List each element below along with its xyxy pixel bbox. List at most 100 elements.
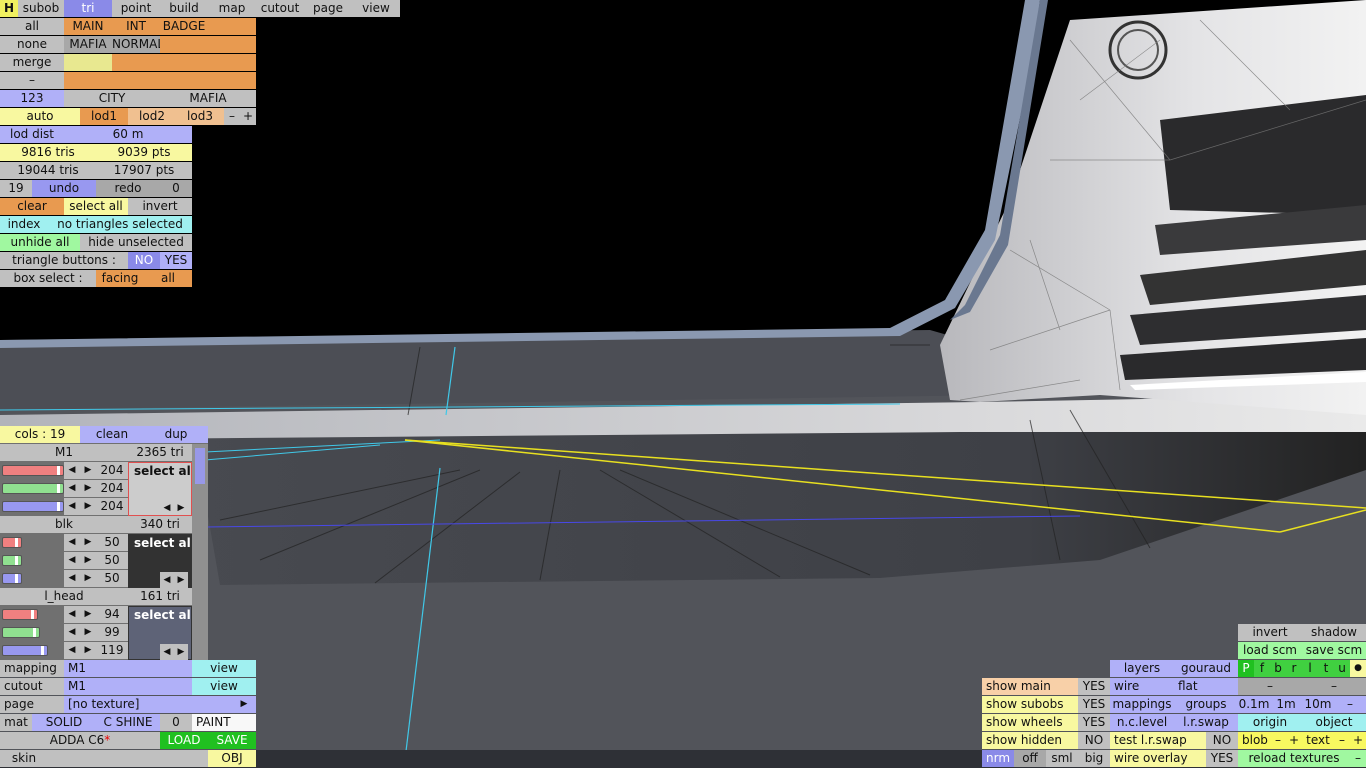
subob-empty-slot[interactable] (160, 54, 208, 71)
subob-empty-slot[interactable] (208, 54, 256, 71)
grid-1m-button[interactable]: 1m (1270, 696, 1302, 713)
red-value[interactable]: 50 (96, 534, 128, 551)
box-select-all[interactable]: all (144, 270, 192, 287)
subob-dash-button[interactable]: – (0, 72, 64, 89)
decrease-green-button[interactable]: ◀ (64, 480, 80, 497)
clean-button[interactable]: clean (80, 426, 144, 443)
select-all-tris-button[interactable]: select all (64, 198, 128, 215)
page-texture-select[interactable]: [no texture] (64, 696, 232, 713)
tab-map[interactable]: map (208, 0, 256, 17)
save-button[interactable]: SAVE (208, 732, 256, 749)
subob-int-button[interactable]: INT (112, 18, 160, 35)
increase-blue-button[interactable]: ▶ (80, 498, 96, 515)
view-front-button[interactable]: f (1254, 660, 1270, 677)
prev-material-arrow[interactable]: ◀ (160, 572, 174, 589)
skin-select[interactable] (48, 750, 208, 767)
increase-red-button[interactable]: ▶ (80, 534, 96, 551)
gouraud-button[interactable]: gouraud (1174, 660, 1238, 677)
merge-subobs-button[interactable]: merge (0, 54, 64, 71)
view-right-button[interactable]: r (1286, 660, 1302, 677)
prev-material-arrow[interactable]: ◀ (160, 500, 174, 517)
increase-red-button[interactable]: ▶ (80, 606, 96, 623)
increase-green-button[interactable]: ▶ (80, 552, 96, 569)
view-dot-button[interactable]: ● (1350, 660, 1366, 677)
blue-slider[interactable] (2, 573, 22, 584)
blob-decrease-button[interactable]: – (1270, 732, 1286, 749)
triangle-buttons-no[interactable]: NO (128, 252, 160, 269)
tab-cutout[interactable]: cutout (256, 0, 304, 17)
unhide-all-button[interactable]: unhide all (0, 234, 80, 251)
select-all-material-button[interactable]: select all (130, 463, 190, 480)
red-slider[interactable] (2, 465, 64, 476)
load-scm-button[interactable]: load scm (1238, 642, 1302, 659)
groups-button[interactable]: groups (1174, 696, 1238, 713)
show-subobs-toggle[interactable]: YES (1078, 696, 1110, 713)
grid-off-button[interactable]: – (1334, 696, 1366, 713)
index-button[interactable]: index (0, 216, 48, 233)
undo-button[interactable]: undo (32, 180, 96, 197)
page-next-arrow[interactable]: ▶ (232, 696, 256, 713)
invert-normals-button[interactable]: invert (1238, 624, 1302, 641)
object-button[interactable]: object (1302, 714, 1366, 731)
reload-textures-button[interactable]: reload textures (1238, 750, 1350, 767)
normals-small-button[interactable]: sml (1046, 750, 1078, 767)
increase-green-button[interactable]: ▶ (80, 480, 96, 497)
subob-empty-slot[interactable] (64, 72, 112, 89)
subob-empty-slot[interactable] (208, 18, 256, 35)
mapping-view-button[interactable]: view (192, 660, 256, 677)
show-wheels-toggle[interactable]: YES (1078, 714, 1110, 731)
view-top-button[interactable]: t (1318, 660, 1334, 677)
subob-empty-slot[interactable] (112, 72, 160, 89)
grid-10m-button[interactable]: 10m (1302, 696, 1334, 713)
material-scrollbar[interactable] (192, 444, 208, 660)
nc-level-button[interactable]: n.c.level (1110, 714, 1174, 731)
green-value[interactable]: 99 (96, 624, 128, 641)
lod-dist-value[interactable]: 60 m (64, 126, 192, 143)
c-shine-button[interactable]: C SHINE (96, 714, 160, 731)
red-slider[interactable] (2, 609, 38, 620)
box-select-facing[interactable]: facing (96, 270, 144, 287)
subob-empty-slot[interactable] (160, 72, 208, 89)
wire-overlay-button[interactable]: wire overlay (1110, 750, 1206, 767)
show-main-toggle[interactable]: YES (1078, 678, 1110, 695)
normals-nrm-button[interactable]: nrm (982, 750, 1014, 767)
reload-dash-button[interactable]: – (1350, 750, 1366, 767)
cutout-view-button[interactable]: view (192, 678, 256, 695)
subob-mafia-button[interactable]: MAFIA (64, 36, 112, 53)
shine-value[interactable]: 0 (160, 714, 192, 731)
save-scm-button[interactable]: save scm (1302, 642, 1366, 659)
select-all-material-button[interactable]: select all (130, 535, 190, 552)
redo-button[interactable]: redo (96, 180, 160, 197)
next-material-arrow[interactable]: ▶ (174, 644, 188, 661)
decrease-red-button[interactable]: ◀ (64, 534, 80, 551)
blue-value[interactable]: 119 (96, 642, 128, 659)
normals-big-button[interactable]: big (1078, 750, 1110, 767)
prev-material-arrow[interactable]: ◀ (160, 644, 174, 661)
lod1-button[interactable]: lod1 (80, 108, 128, 125)
view-back-button[interactable]: b (1270, 660, 1286, 677)
material-name[interactable]: blk (0, 516, 128, 533)
mapping-select[interactable]: M1 (64, 660, 192, 677)
increase-green-button[interactable]: ▶ (80, 624, 96, 641)
triangle-buttons-yes[interactable]: YES (160, 252, 192, 269)
flat-button[interactable]: flat (1174, 678, 1238, 695)
increase-blue-button[interactable]: ▶ (80, 570, 96, 587)
lod-auto-button[interactable]: auto (0, 108, 80, 125)
select-all-material-button[interactable]: select all (130, 607, 190, 624)
subob-badge-button[interactable]: BADGE (160, 18, 208, 35)
material-name[interactable]: l_head (0, 588, 128, 605)
increase-red-button[interactable]: ▶ (80, 462, 96, 479)
tab-tri[interactable]: tri (64, 0, 112, 17)
clear-button[interactable]: clear (0, 198, 64, 215)
green-slider[interactable] (2, 627, 40, 638)
grid-0.1m-button[interactable]: 0.1m (1238, 696, 1270, 713)
decrease-blue-button[interactable]: ◀ (64, 642, 80, 659)
paint-button[interactable]: PAINT (192, 714, 256, 731)
subob-empty-slot[interactable] (112, 54, 160, 71)
view-under-button[interactable]: u (1334, 660, 1350, 677)
tab-subob[interactable]: subob (18, 0, 64, 17)
dash-slot-a[interactable]: – (1238, 678, 1302, 695)
decrease-blue-button[interactable]: ◀ (64, 498, 80, 515)
lod2-button[interactable]: lod2 (128, 108, 176, 125)
select-all-subobs-button[interactable]: all (0, 18, 64, 35)
